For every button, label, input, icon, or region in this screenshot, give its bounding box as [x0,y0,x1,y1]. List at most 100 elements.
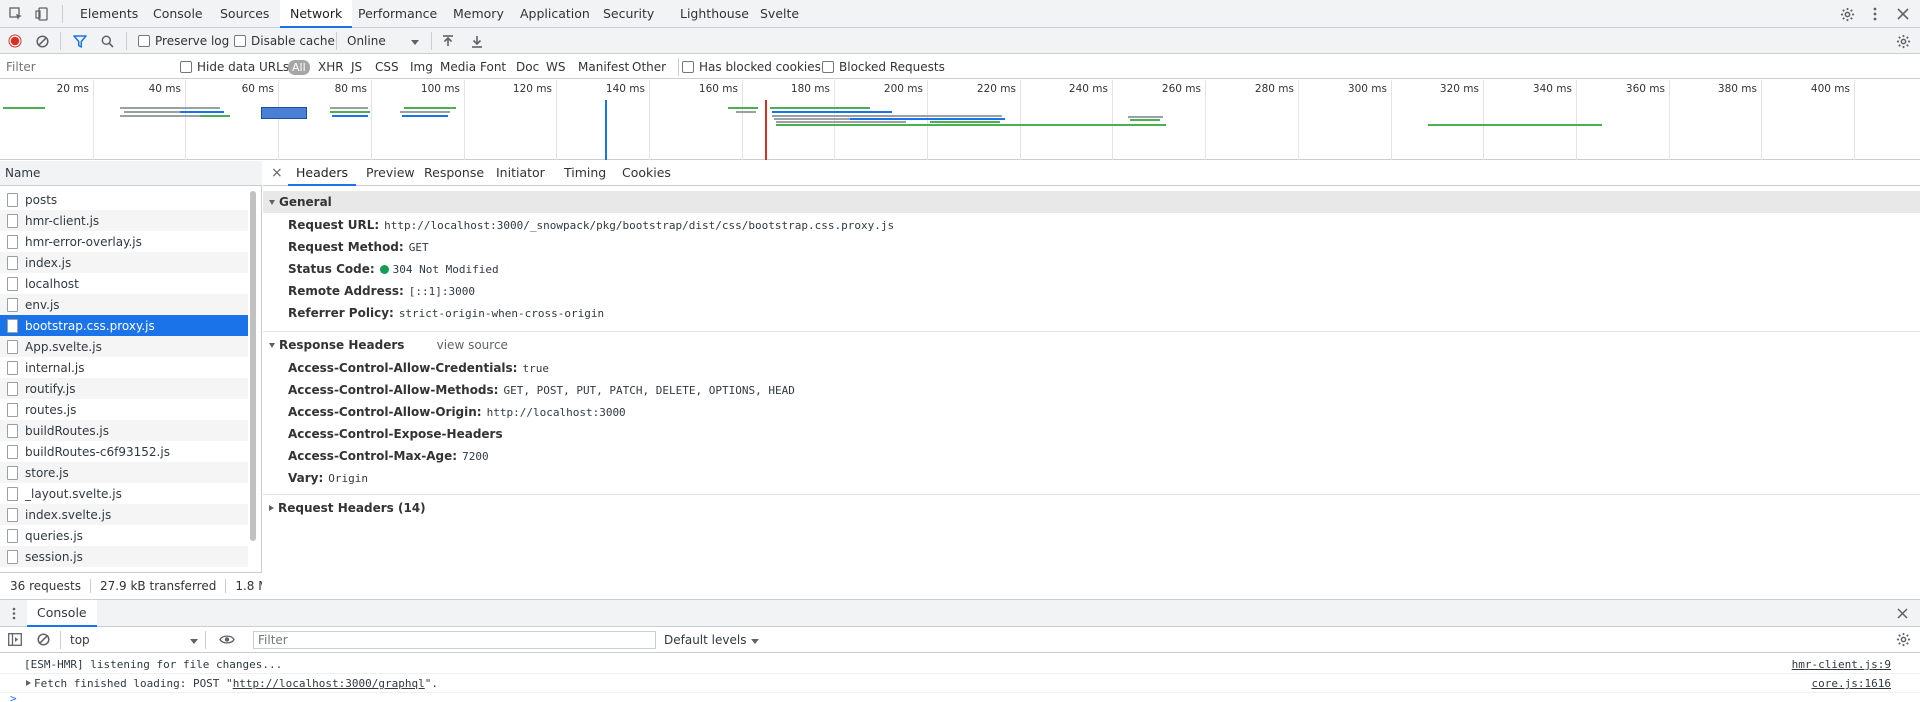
overview-bar [728,107,758,109]
tab-network[interactable]: Network [280,0,353,28]
request-list-scrollbar[interactable] [248,191,258,541]
close-devtools-icon[interactable] [1894,5,1912,23]
request-row[interactable]: buildRoutes.js [0,420,248,441]
type-filter-img[interactable]: Img [410,55,433,79]
tab-sources[interactable]: Sources [210,0,279,28]
more-options-icon[interactable] [1866,5,1884,23]
tab-lighthouse[interactable]: Lighthouse [670,0,759,28]
request-row[interactable]: posts [0,189,248,210]
transferred-size: 27.9 kB transferred [91,578,227,593]
close-drawer-icon[interactable] [1897,608,1908,622]
live-expression-eye-icon[interactable] [219,634,235,648]
scrollbar-thumb[interactable] [250,191,256,541]
tab-memory[interactable]: Memory [443,0,514,28]
request-row[interactable]: App.svelte.js [0,336,248,357]
request-row[interactable]: bootstrap.css.proxy.js [0,315,248,336]
disable-cache-checkbox[interactable]: Disable cache [234,28,335,54]
export-har-icon[interactable] [471,28,483,54]
type-filter-manifest[interactable]: Manifest [578,55,629,79]
tab-performance[interactable]: Performance [348,0,447,28]
clear-console-icon[interactable] [37,633,50,649]
type-filter-other[interactable]: Other [632,55,666,79]
tab-application[interactable]: Application [510,0,600,28]
request-row[interactable]: store.js [0,462,248,483]
view-source-link[interactable]: view source [437,338,508,352]
network-filter-input[interactable] [2,58,166,76]
request-row[interactable]: localhost [0,273,248,294]
console-filter-input[interactable] [253,631,656,649]
tab-security[interactable]: Security [593,0,664,28]
console-settings-gear-icon[interactable] [1896,632,1911,650]
console-sidebar-icon[interactable] [8,633,22,649]
record-button[interactable] [8,28,22,54]
disable-cache-label: Disable cache [251,34,335,48]
request-row[interactable]: routify.js [0,378,248,399]
blocked-requests-checkbox[interactable]: Blocked Requests [822,55,945,79]
file-icon [7,528,18,543]
device-toolbar-icon[interactable] [33,5,51,23]
search-icon[interactable] [101,28,114,54]
tab-elements[interactable]: Elements [70,0,148,28]
request-row[interactable]: internal.js [0,357,248,378]
type-filter-ws[interactable]: WS [546,55,565,79]
detail-tab-headers[interactable]: Headers [288,161,357,186]
network-settings-gear-icon[interactable] [1896,28,1911,54]
general-section-header[interactable]: General [263,191,1920,213]
detail-tab-initiator[interactable]: Initiator [488,161,553,186]
drawer-menu-icon[interactable] [12,607,16,623]
request-row[interactable]: hmr-error-overlay.js [0,231,248,252]
console-drawer-tab[interactable]: Console [27,600,97,627]
detail-tab-response[interactable]: Response [416,161,492,186]
console-message-source[interactable]: hmr-client.js:9 [1792,655,1891,674]
log-levels-select[interactable]: Default levels [664,627,760,653]
console-message-source[interactable]: core.js:1616 [1812,674,1891,693]
request-name: routify.js [25,381,76,396]
response-headers-section-header[interactable]: Response Headers view source [263,334,1920,356]
request-row[interactable]: index.svelte.js [0,504,248,525]
request-row[interactable]: routes.js [0,399,248,420]
type-filter-all[interactable]: All [288,60,310,75]
request-row[interactable]: queries.js [0,525,248,546]
settings-gear-icon[interactable] [1838,5,1856,23]
type-filter-media[interactable]: Media [440,55,476,79]
type-filter-css[interactable]: CSS [375,55,399,79]
clear-icon[interactable] [36,28,49,54]
request-row[interactable]: buildRoutes-c6f93152.js [0,441,248,462]
detail-tab-bar: × Headers Preview Response Initiator Timing C… [263,161,1920,186]
expand-triangle-icon[interactable] [26,680,31,686]
network-overview-timeline[interactable]: 20 ms 40 ms 60 ms 80 ms 100 ms 120 ms 140 ms 16… [0,80,1920,160]
type-filter-font[interactable]: Font [480,55,506,79]
request-row[interactable]: _layout.svelte.js [0,483,248,504]
request-row[interactable]: session.js [0,546,248,567]
has-blocked-cookies-checkbox[interactable]: Has blocked cookies [682,55,821,79]
tab-console[interactable]: Console [143,0,213,28]
import-har-icon[interactable] [442,28,454,54]
request-row[interactable]: env.js [0,294,248,315]
overview-bar [776,121,906,123]
hide-data-urls-checkbox[interactable]: Hide data URLs [180,55,289,79]
type-filter-js[interactable]: JS [351,55,362,79]
request-name: buildRoutes-c6f93152.js [25,444,170,459]
detail-tab-timing[interactable]: Timing [556,161,614,186]
filter-funnel-icon[interactable] [73,28,87,54]
inspect-element-icon[interactable] [7,5,25,23]
close-detail-icon[interactable]: × [271,161,283,186]
request-name: internal.js [25,360,85,375]
toolbar-divider [431,32,432,50]
name-column-header[interactable]: Name [0,161,262,186]
request-row[interactable]: index.js [0,252,248,273]
detail-tab-preview[interactable]: Preview [358,161,423,186]
console-message[interactable]: Fetch finished loading: POST "http://loc… [0,674,1920,693]
console-prompt[interactable]: > [10,694,17,702]
graphql-url-link[interactable]: http://localhost:3000/graphql [233,677,425,690]
request-row[interactable]: hmr-client.js [0,210,248,231]
detail-tab-cookies[interactable]: Cookies [614,161,679,186]
type-filter-xhr[interactable]: XHR [318,55,344,79]
tab-svelte[interactable]: Svelte [750,0,809,28]
console-message: [ESM-HMR] listening for file changes... … [0,655,1920,674]
type-filter-doc[interactable]: Doc [516,55,539,79]
throttling-select[interactable]: Online [347,28,419,54]
context-select[interactable]: top [64,627,202,653]
preserve-log-checkbox[interactable]: Preserve log [138,28,229,54]
request-headers-section-header[interactable]: Request Headers (14) [263,497,1920,519]
